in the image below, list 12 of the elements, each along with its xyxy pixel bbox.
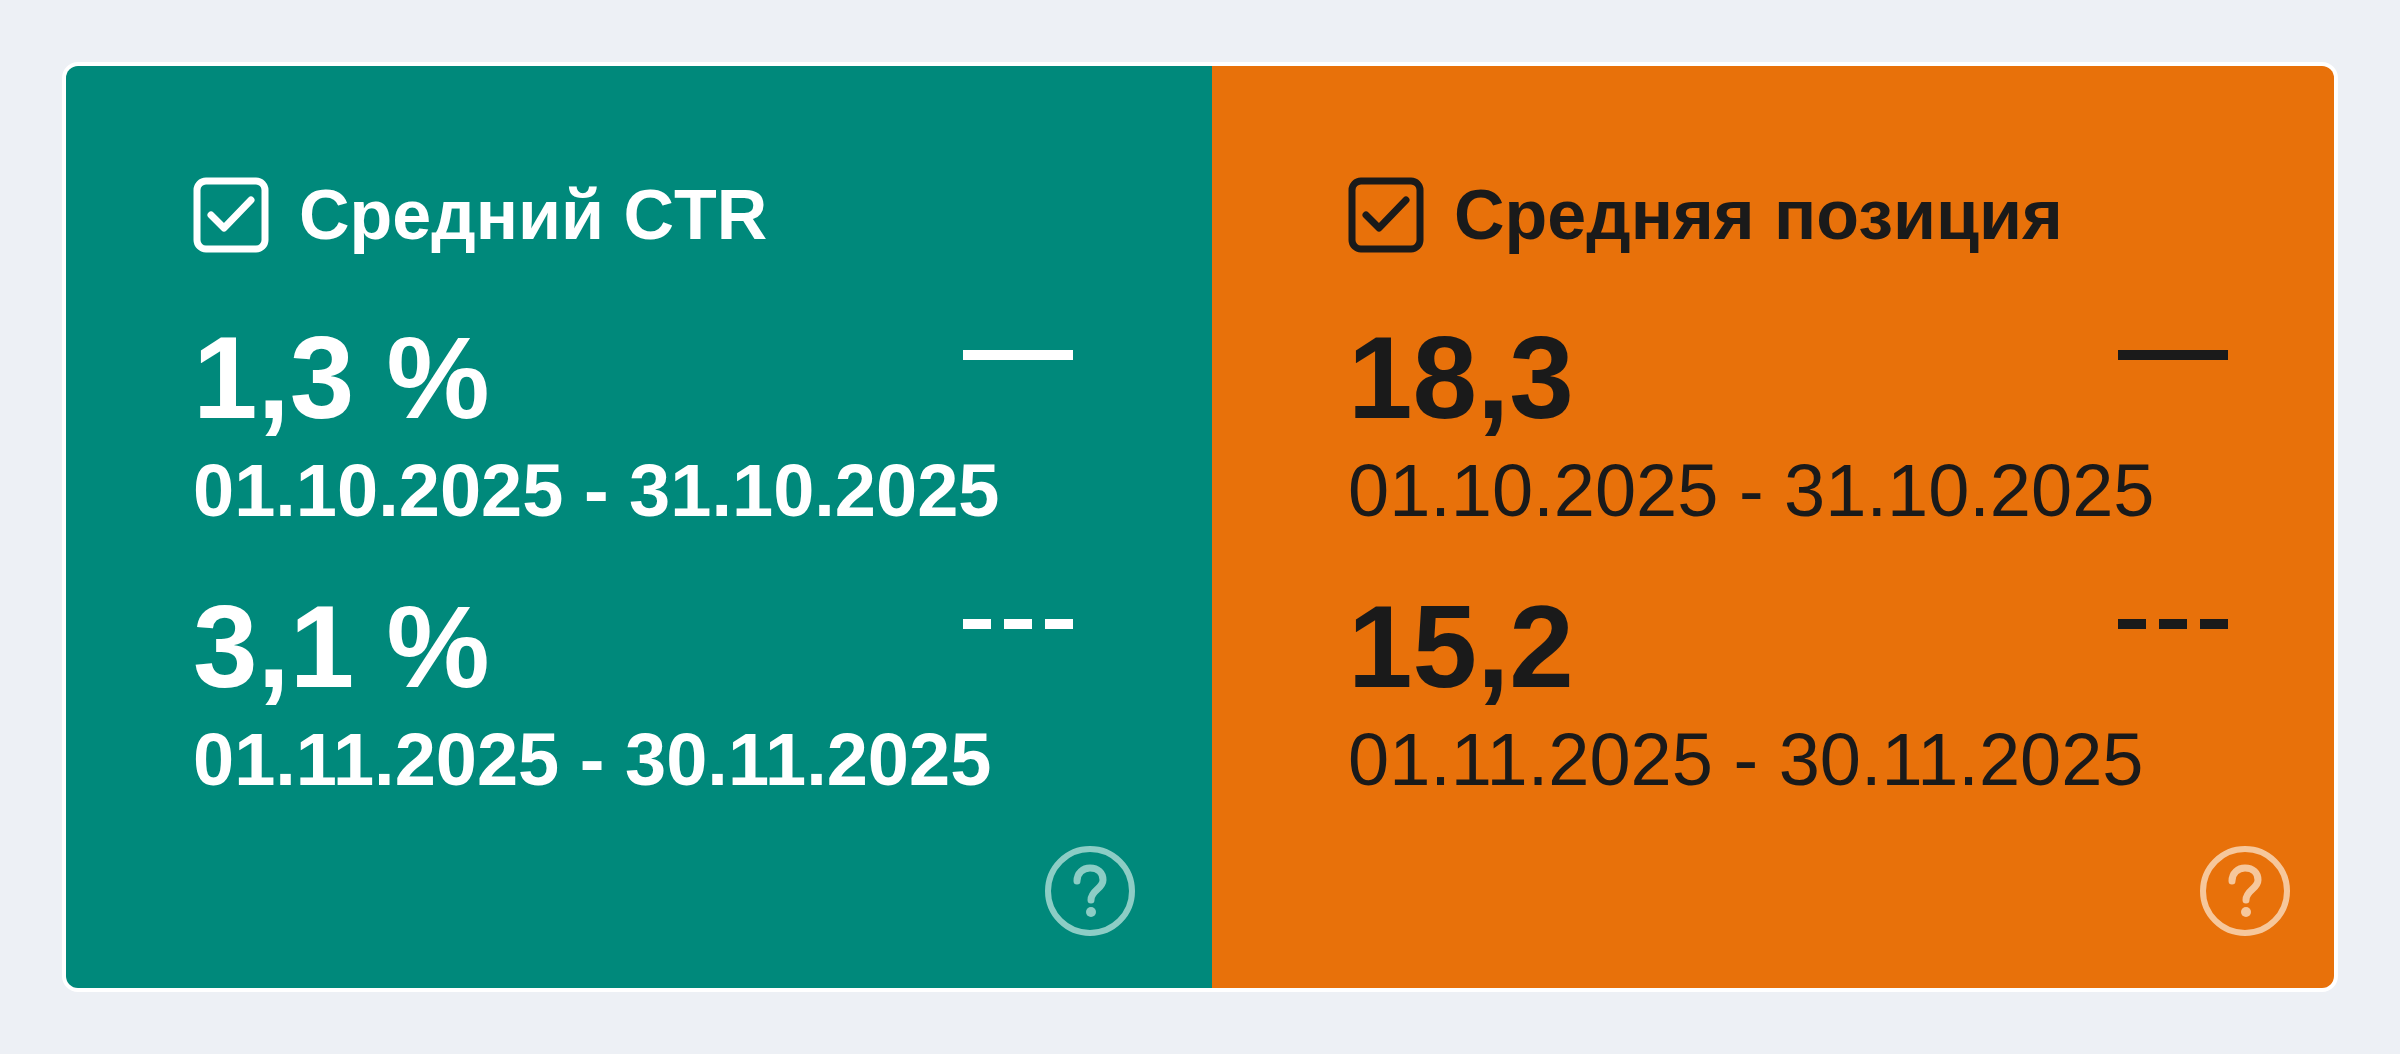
metric-value: 15,2 bbox=[1348, 589, 1574, 705]
metric-value: 3,1 % bbox=[193, 589, 490, 705]
metric-value: 18,3 bbox=[1348, 320, 1574, 436]
metric-value: 1,3 % bbox=[193, 320, 490, 436]
date-range: 01.11.2025 - 30.11.2025 bbox=[1348, 723, 2144, 797]
date-range: 01.11.2025 - 30.11.2025 bbox=[193, 723, 992, 797]
date-range: 01.10.2025 - 31.10.2025 bbox=[1348, 454, 2155, 528]
metric-label: Средний CTR bbox=[299, 177, 768, 253]
checked-checkbox[interactable] bbox=[1348, 177, 1424, 253]
help-icon[interactable] bbox=[1044, 845, 1136, 937]
date-range: 01.10.2025 - 31.10.2025 bbox=[193, 454, 1000, 528]
metric-label: Средняя позиция bbox=[1454, 177, 2063, 253]
